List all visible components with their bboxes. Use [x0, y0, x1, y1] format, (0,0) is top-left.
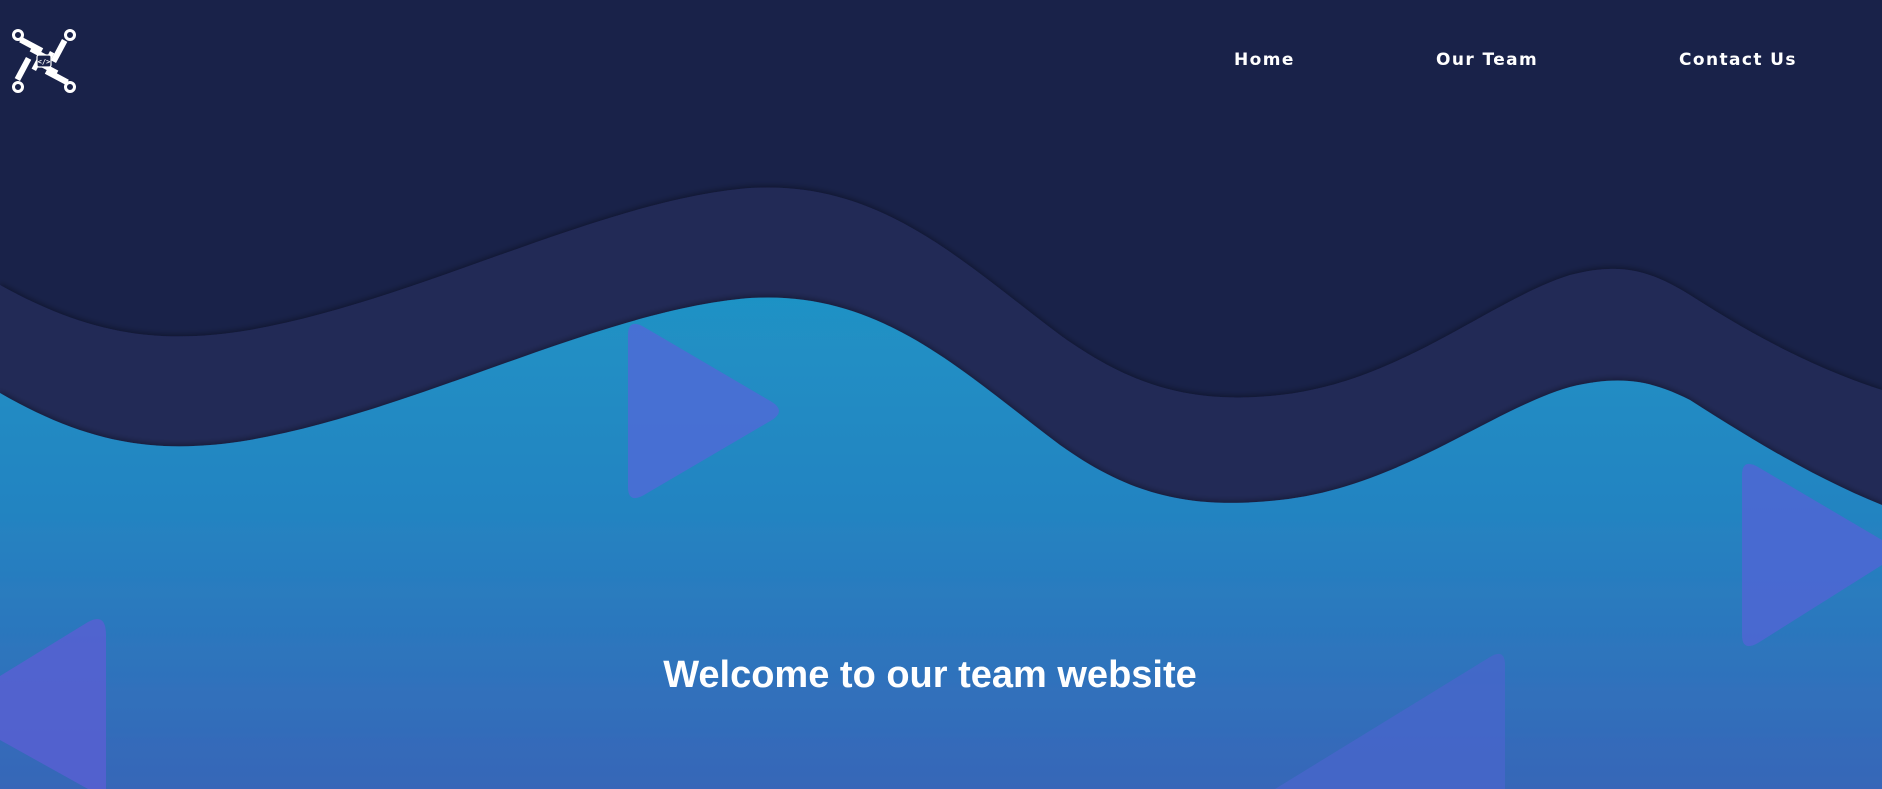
- nav-link-home[interactable]: Home: [1234, 50, 1295, 70]
- page: </> Home Our Team Contact Us Welcome to …: [0, 0, 1882, 789]
- nav-link-our-team[interactable]: Our Team: [1436, 50, 1538, 70]
- nav-link-contact-us[interactable]: Contact Us: [1679, 50, 1797, 70]
- nav-links: Home Our Team Contact Us: [0, 50, 1882, 80]
- navbar: </> Home Our Team Contact Us: [0, 0, 1882, 125]
- hero-title: Welcome to our team website: [663, 654, 1197, 696]
